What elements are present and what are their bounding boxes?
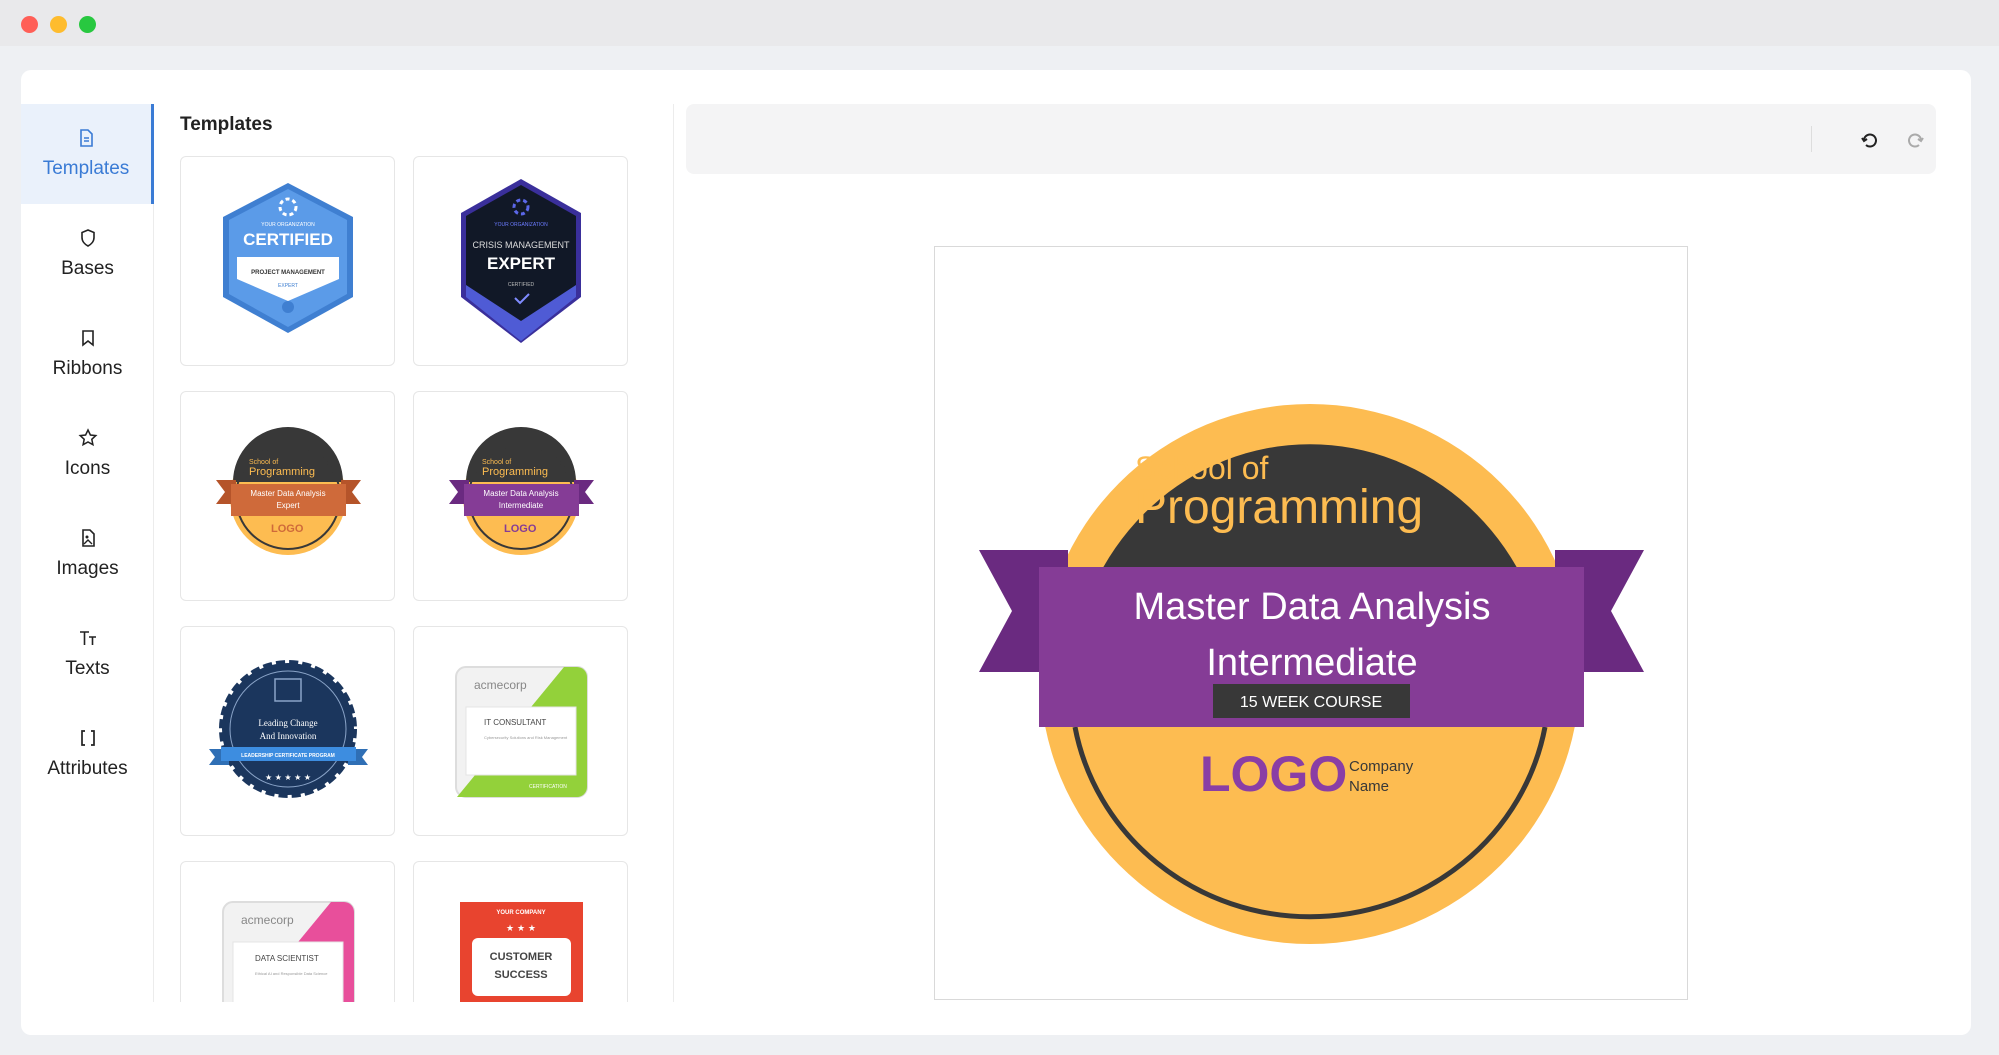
undo-icon	[1861, 133, 1877, 148]
svg-text:★ ★ ★ ★ ★: ★ ★ ★ ★ ★	[265, 773, 311, 782]
expert-badge-thumbnail: YOUR ORGANIZATION CRISIS MANAGEMENT EXPE…	[461, 179, 581, 343]
customer-success-thumbnail: YOUR COMPANY ★ ★ ★ CUSTOMER SUCCESS	[460, 902, 583, 1002]
design-canvas[interactable]: School of Programming Master Data Analys…	[934, 246, 1688, 1000]
template-line1: CUSTOMER	[490, 951, 553, 963]
template-title: DATA SCIENTIST	[255, 954, 319, 963]
sidebar-item-label: Bases	[61, 258, 114, 279]
maximize-window-button[interactable]	[79, 16, 96, 33]
programming-intermediate-thumbnail: School of Programming Master Data Analys…	[449, 427, 594, 555]
template-line1: Master Data Analysis	[483, 489, 558, 498]
template-card[interactable]: Leading Change And Innovation LEADERSHIP…	[180, 626, 395, 836]
template-brand: acmecorp	[241, 913, 294, 927]
template-school: School of	[482, 459, 511, 466]
window-titlebar	[0, 0, 1999, 46]
template-card[interactable]: acmecorp DATA SCIENTIST Ethical AI and R…	[180, 861, 395, 1002]
sidebar-item-label: Templates	[42, 158, 130, 179]
templates-panel: Templates YOUR ORGANIZATION CERTIFIED PR…	[154, 104, 674, 1002]
template-company: YOUR COMPANY	[496, 910, 545, 916]
template-program: Programming	[482, 466, 548, 478]
file-icon	[80, 129, 93, 147]
template-line1: Leading Change	[258, 718, 317, 728]
panel-title: Templates	[180, 114, 273, 135]
template-line2: Expert	[276, 501, 300, 510]
shield-icon	[80, 229, 95, 247]
badge-logo[interactable]: LOGO	[1200, 746, 1347, 802]
template-card[interactable]: YOUR ORGANIZATION CERTIFIED PROJECT MANA…	[180, 156, 395, 366]
canvas-toolbar	[686, 104, 1936, 174]
badge-company-line1[interactable]: Company	[1349, 758, 1414, 775]
template-brand: acmecorp	[474, 678, 527, 692]
sidebar-item-label: Icons	[64, 458, 111, 479]
brackets-icon	[80, 730, 95, 746]
redo-icon	[1908, 133, 1924, 148]
it-consultant-thumbnail: acmecorp IT CONSULTANT Cybersecurity Sol…	[455, 666, 588, 798]
template-org: YOUR ORGANIZATION	[494, 222, 548, 228]
template-logo: LOGO	[504, 523, 537, 535]
template-school: School of	[249, 459, 278, 466]
template-line2: And Innovation	[260, 731, 317, 741]
image-file-icon	[81, 529, 95, 547]
leadership-badge-thumbnail: Leading Change And Innovation LEADERSHIP…	[209, 660, 368, 798]
sidebar-item-icons[interactable]: Icons	[21, 404, 154, 504]
badge-title-line1[interactable]: Master Data Analysis	[1134, 586, 1491, 628]
template-sub: CERTIFIED	[508, 282, 535, 288]
programming-expert-thumbnail: School of Programming Master Data Analys…	[216, 427, 361, 555]
sidebar-item-label: Texts	[65, 658, 110, 679]
badge-title-line2[interactable]: Intermediate	[1206, 642, 1417, 684]
template-org: YOUR ORGANIZATION	[261, 222, 315, 228]
sidebar-item-attributes[interactable]: Attributes	[21, 704, 154, 804]
template-card[interactable]: School of Programming Master Data Analys…	[180, 391, 395, 601]
bookmark-icon	[81, 330, 94, 347]
template-card[interactable]: YOUR ORGANIZATION CRISIS MANAGEMENT EXPE…	[413, 156, 628, 366]
badge-course[interactable]: 15 WEEK COURSE	[1240, 694, 1382, 711]
template-ribbon: LEADERSHIP CERTIFICATE PROGRAM	[241, 753, 335, 759]
template-card[interactable]: YOUR COMPANY ★ ★ ★ CUSTOMER SUCCESS	[413, 861, 628, 1002]
sidebar-item-images[interactable]: Images	[21, 504, 154, 604]
template-desc: Ethical AI and Responsible Data Science	[255, 971, 328, 976]
redo-button[interactable]	[1901, 124, 1931, 154]
close-window-button[interactable]	[21, 16, 38, 33]
certified-badge-thumbnail: YOUR ORGANIZATION CERTIFIED PROJECT MANA…	[223, 183, 353, 333]
sidebar-item-bases[interactable]: Bases	[21, 204, 154, 304]
template-line1: Master Data Analysis	[250, 489, 325, 498]
badge-company-line2[interactable]: Name	[1349, 778, 1389, 795]
template-top: CRISIS MANAGEMENT	[472, 240, 570, 250]
template-card[interactable]: acmecorp IT CONSULTANT Cybersecurity Sol…	[413, 626, 628, 836]
editor-card: Templates Bases Ribbons Icons Images Tex…	[21, 70, 1971, 1035]
template-desc: Cybersecurity Solutions and Risk Managem…	[484, 735, 568, 740]
sidebar-item-label: Ribbons	[52, 358, 123, 379]
minimize-window-button[interactable]	[50, 16, 67, 33]
text-size-icon	[79, 631, 96, 645]
template-program: Programming	[249, 466, 315, 478]
data-scientist-thumbnail: acmecorp DATA SCIENTIST Ethical AI and R…	[222, 901, 355, 1002]
template-title: CERTIFIED	[243, 230, 333, 249]
sidebar-item-ribbons[interactable]: Ribbons	[21, 304, 154, 404]
badge-program[interactable]: Programming	[1135, 481, 1423, 534]
toolbar-divider	[1811, 126, 1812, 152]
star-icon	[77, 428, 98, 447]
template-logo: LOGO	[271, 523, 304, 535]
template-card[interactable]: School of Programming Master Data Analys…	[413, 391, 628, 601]
svg-text:★ ★ ★: ★ ★ ★	[506, 924, 536, 934]
template-line2: Intermediate	[499, 501, 544, 510]
template-title: IT CONSULTANT	[484, 718, 546, 727]
template-foot: CERTIFICATION	[529, 784, 567, 790]
template-title: EXPERT	[487, 254, 556, 273]
sidebar-item-label: Images	[56, 558, 119, 579]
template-line2: SUCCESS	[494, 969, 547, 981]
sidebar-item-texts[interactable]: Texts	[21, 604, 154, 704]
template-sub: PROJECT MANAGEMENT	[251, 270, 325, 276]
badge-preview: School of Programming Master Data Analys…	[979, 404, 1644, 944]
undo-button[interactable]	[1854, 124, 1884, 154]
sidebar-item-label: Attributes	[47, 758, 128, 779]
sidebar-nav: Templates Bases Ribbons Icons Images Tex…	[21, 104, 154, 1002]
sidebar-item-templates[interactable]: Templates	[21, 104, 154, 204]
template-level: EXPERT	[278, 283, 298, 289]
